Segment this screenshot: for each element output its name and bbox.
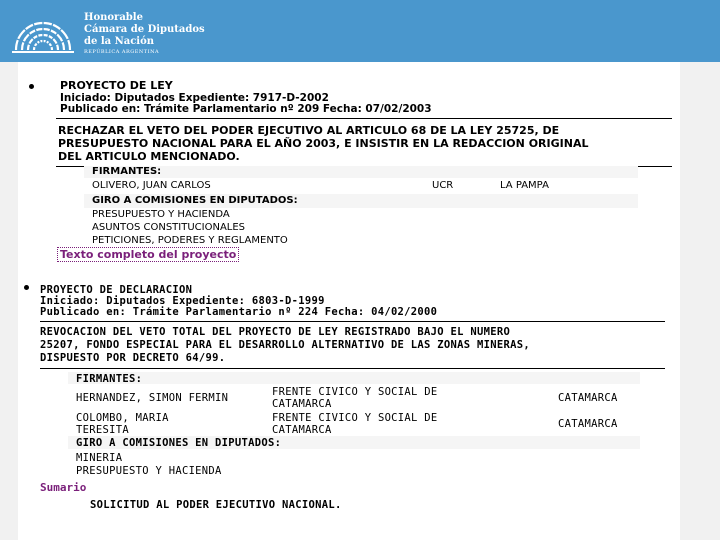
giro-label: GIRO A COMISIONES EN DIPUTADOS: (92, 195, 298, 206)
firmantes-header-bg (68, 372, 640, 384)
project-summary-line-3: DEL ARTICULO MENCIONADO. (58, 150, 240, 163)
comision-item: MINERIA (76, 452, 123, 464)
sumario-text: SOLICITUD AL PODER EJECUTIVO NACIONAL. (90, 499, 342, 511)
comision-item: PRESUPUESTO Y HACIENDA (92, 209, 230, 220)
project-publicado: Publicado en: Trámite Parlamentario nº 2… (60, 103, 432, 115)
brand-subtitle: REPÚBLICA ARGENTINA (84, 49, 160, 55)
project-summary-line-1: REVOCACION DEL VETO TOTAL DEL PROYECTO D… (40, 326, 511, 338)
divider (56, 118, 672, 119)
firmantes-label: FIRMANTES: (76, 373, 143, 385)
bullet-icon (29, 84, 34, 89)
firmantes-header-bg (84, 166, 638, 178)
project-record-2: PROYECTO DE DECLARACION Iniciado: Diputa… (18, 276, 680, 530)
brand-text: Honorable Cámara de Diputados de la Naci… (84, 12, 205, 56)
left-margin (0, 62, 18, 540)
right-margin (680, 62, 720, 540)
header-bar: Honorable Cámara de Diputados de la Naci… (0, 0, 720, 62)
firmantes-label: FIRMANTES: (92, 166, 162, 177)
project-publicado: Publicado en: Trámite Parlamentario nº 2… (40, 306, 438, 318)
brand-line-2: Cámara de Diputados (84, 24, 205, 35)
texto-completo-link[interactable]: Texto completo del proyecto (57, 247, 240, 262)
firmante-name: OLIVERO, JUAN CARLOS (92, 180, 211, 191)
divider (40, 321, 665, 322)
brand-line-3: de la Nación (84, 36, 155, 47)
project-summary-line-3: DISPUESTO POR DECRETO 64/99. (40, 352, 226, 364)
comision-item: ASUNTOS CONSTITUCIONALES (92, 222, 246, 233)
firmante-party-cont: CATAMARCA (272, 398, 332, 410)
firmante-province: LA PAMPA (500, 180, 549, 191)
firmante-party-cont: CATAMARCA (272, 424, 332, 436)
bullet-icon (24, 285, 29, 290)
comision-item: PRESUPUESTO Y HACIENDA (76, 465, 222, 477)
project-record-1: PROYECTO DE LEY Iniciado: Diputados Expe… (20, 65, 680, 272)
project-type: PROYECTO DE LEY (60, 79, 173, 92)
firmante-name: COLOMBO, MARIA (76, 412, 169, 424)
firmante-party: FRENTE CIVICO Y SOCIAL DE (272, 412, 438, 424)
firmante-name: HERNANDEZ, SIMON FERMIN (76, 392, 229, 404)
project-summary-line-2: PRESUPUESTO NACIONAL PARA EL AÑO 2003, E… (58, 137, 589, 150)
divider (40, 368, 665, 369)
firmante-province: CATAMARCA (558, 392, 618, 404)
congress-dome-logo-icon (12, 20, 74, 53)
firmante-party: FRENTE CIVICO Y SOCIAL DE (272, 386, 438, 398)
comision-item: PETICIONES, PODERES Y REGLAMENTO (92, 235, 288, 246)
firmante-name-cont: TERESITA (76, 424, 129, 436)
brand-line-1: Honorable (84, 12, 143, 23)
firmante-province: CATAMARCA (558, 418, 618, 430)
project-summary-line-1: RECHAZAR EL VETO DEL PODER EJECUTIVO AL … (58, 124, 560, 137)
project-summary-line-2: 25207, FONDO ESPECIAL PARA EL DESARROLLO… (40, 339, 530, 351)
giro-label: GIRO A COMISIONES EN DIPUTADOS: (76, 437, 282, 449)
sumario-link[interactable]: Sumario (40, 481, 86, 494)
firmante-party: UCR (432, 180, 454, 191)
